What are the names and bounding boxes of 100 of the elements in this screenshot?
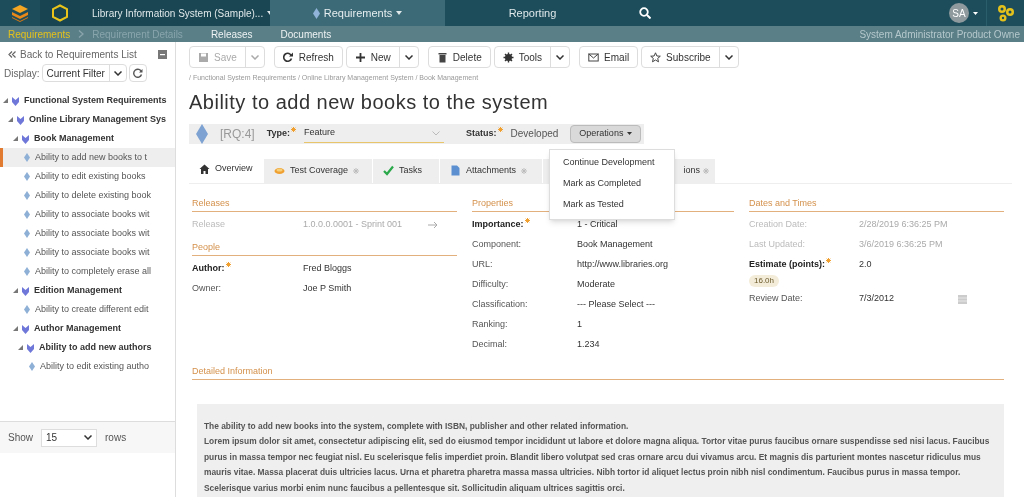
field-value: Fred Bloggs: [303, 262, 352, 276]
folder-requirement-icon: [21, 323, 30, 334]
nav-tab[interactable]: Reporting: [445, 0, 620, 26]
tree-item[interactable]: Ability to add new authors: [0, 338, 175, 357]
rows-label: rows: [105, 431, 127, 445]
required-asterisk-icon: [826, 258, 831, 264]
refresh-button[interactable]: [128, 64, 147, 82]
display-label: Display:: [4, 66, 40, 81]
chevron-down-icon: [404, 54, 413, 60]
rows-dropdown[interactable]: 15: [41, 428, 97, 447]
expand-triangle-icon[interactable]: [13, 326, 18, 331]
tree-item[interactable]: Ability to edit existing books: [0, 167, 175, 186]
diamond-icon: [196, 123, 208, 144]
menu-item[interactable]: Mark as Tested: [550, 194, 674, 216]
caret-icon: [627, 132, 633, 135]
field-value: 2.0: [859, 258, 872, 272]
field-label: Decimal:: [472, 338, 508, 352]
field-value: Book Management: [577, 238, 653, 252]
status-value: Developed: [510, 127, 559, 141]
refresh-icon: [132, 68, 143, 78]
expand-triangle-icon[interactable]: [3, 98, 8, 103]
operations-button[interactable]: Operations: [570, 124, 642, 143]
type-dropdown[interactable]: Feature: [304, 124, 445, 143]
gears-icon[interactable]: [995, 3, 1016, 23]
field-label: Release: [192, 218, 227, 232]
tree-item[interactable]: Author Management: [0, 319, 175, 338]
tree-item[interactable]: Ability to edit existing autho: [0, 357, 175, 376]
tab[interactable]: Tasks: [373, 158, 439, 183]
section-heading: People: [192, 240, 457, 256]
hexagon-icon[interactable]: [51, 4, 69, 22]
field-label: Creation Date:: [749, 218, 809, 232]
tree-item[interactable]: Ability to associate books wit: [0, 205, 175, 224]
tree-item[interactable]: Functional System Requirements: [0, 91, 175, 110]
toolbar-button[interactable]: Delete: [428, 47, 490, 67]
field-value: 1: [577, 318, 582, 332]
tree-item[interactable]: Book Management: [0, 129, 175, 148]
field-label: Author:: [192, 262, 303, 276]
caret-icon: [396, 11, 403, 15]
project-menu[interactable]: Library Information System (Sample)...: [80, 0, 270, 26]
section-heading: Dates and Times: [749, 196, 1004, 212]
diamond-icon: [24, 153, 30, 162]
chevron-down-icon: [250, 54, 259, 60]
toolbar-button[interactable]: Refresh: [274, 47, 342, 67]
user-role-label: System Administrator Product Owne: [859, 27, 1020, 42]
menu-item[interactable]: Mark as Completed: [550, 173, 674, 195]
type-label: Type:: [266, 126, 291, 140]
caret-icon: [973, 11, 978, 15]
field-label: Importance:: [472, 218, 577, 232]
tree-item[interactable]: Ability to delete existing book: [0, 186, 175, 205]
tree-item[interactable]: Ability to add new books to t: [0, 148, 175, 167]
folder-requirement-icon: [26, 342, 35, 353]
arrow-right-icon[interactable]: [428, 221, 438, 229]
field-label: Estimate (points):: [749, 258, 859, 272]
field-value: Joe P Smith: [303, 282, 352, 296]
status-label: Status:: [466, 126, 497, 140]
field-value: 1.234: [577, 338, 600, 352]
breadcrumb-link[interactable]: Documents: [276, 26, 336, 42]
test-coverage-icon: [274, 165, 285, 176]
field-value: 7/3/2012: [859, 292, 896, 306]
field-value: http://www.libraries.org: [577, 258, 669, 272]
expand-triangle-icon[interactable]: [13, 288, 18, 293]
chevron-down-icon: [556, 54, 565, 60]
collapse-icon[interactable]: [158, 49, 167, 59]
required-asterisk-icon: [225, 262, 231, 268]
nav-tab[interactable]: Requirements: [270, 0, 445, 26]
expand-triangle-icon[interactable]: [13, 136, 18, 141]
toolbar-button[interactable]: Email: [580, 47, 638, 67]
house-icon: [199, 163, 210, 175]
diamond-icon: [24, 191, 30, 200]
expand-triangle-icon[interactable]: [8, 117, 13, 122]
tree-item[interactable]: Ability to associate books wit: [0, 224, 175, 243]
breadcrumb-link[interactable]: Releases: [206, 26, 257, 42]
stack-logo-icon: [10, 3, 30, 23]
menu-item[interactable]: Continue Development: [550, 152, 674, 174]
tab[interactable]: Attachments: [440, 158, 542, 183]
trash-icon: [436, 51, 448, 63]
field-label: Owner:: [192, 282, 222, 296]
section-heading: Releases: [192, 196, 457, 212]
filter-dropdown[interactable]: Current Filter: [41, 64, 127, 82]
chevron-down-icon: [84, 435, 92, 440]
field-value: Moderate: [577, 278, 616, 292]
checkmark-icon: [383, 165, 394, 176]
back-link[interactable]: Back to Requirements List: [8, 46, 137, 62]
tree-item[interactable]: Edition Management: [0, 281, 175, 300]
tree-item[interactable]: Ability to create different edit: [0, 300, 175, 319]
field-label: Difficulty:: [472, 278, 510, 292]
tab[interactable]: Test Coverage: [264, 158, 372, 183]
folder-requirement-icon: [21, 285, 30, 296]
field-value: 3/6/2019 6:36:25 PM: [859, 238, 943, 252]
field-label: Ranking:: [472, 318, 509, 332]
gear-icon: [502, 51, 514, 63]
envelope-icon: [588, 51, 600, 63]
tree-item[interactable]: Online Library Management Sys: [0, 110, 175, 129]
hours-badge: 16.0h: [749, 274, 780, 287]
tree-item[interactable]: Ability to completely erase all: [0, 262, 175, 281]
diamond-icon: [24, 210, 30, 219]
required-asterisk-icon: [524, 218, 530, 224]
expand-triangle-icon[interactable]: [18, 345, 23, 350]
tree-item[interactable]: Ability to associate books wit: [0, 243, 175, 262]
chevron-down-icon: [724, 54, 733, 60]
